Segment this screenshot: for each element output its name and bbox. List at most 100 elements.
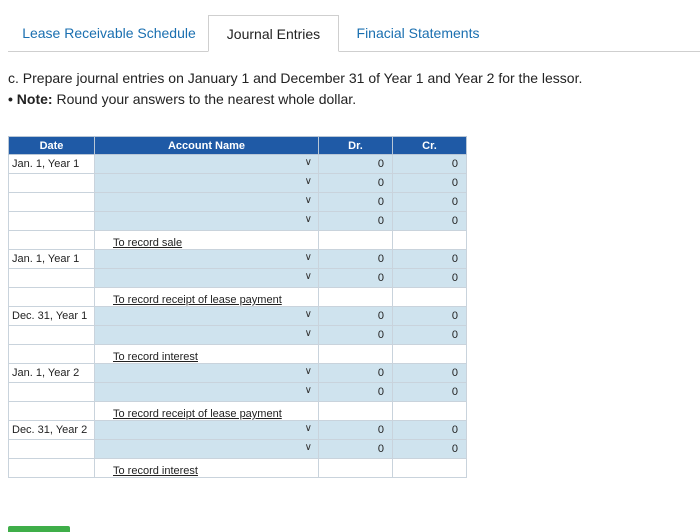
- date-cell[interactable]: [8, 268, 95, 288]
- chevron-down-icon: ∨: [304, 195, 312, 206]
- memo-blank-date: [8, 230, 95, 250]
- date-cell[interactable]: [8, 211, 95, 231]
- debit-input[interactable]: 0: [318, 154, 393, 174]
- tab-lease-receivable-schedule[interactable]: Lease Receivable Schedule: [14, 15, 204, 51]
- table-header-row: Date Account Name Dr. Cr.: [8, 136, 467, 155]
- memo-row: To record interest: [8, 344, 467, 364]
- credit-input[interactable]: 0: [392, 154, 467, 174]
- credit-input[interactable]: 0: [392, 363, 467, 383]
- credit-input[interactable]: 0: [392, 192, 467, 212]
- account-select[interactable]: ∨: [94, 173, 319, 193]
- date-cell[interactable]: Jan. 1, Year 1: [8, 154, 95, 174]
- page: Lease Receivable Schedule Journal Entrie…: [0, 0, 700, 532]
- memo-text: To record interest: [94, 458, 319, 478]
- instruction-text: c. Prepare journal entries on January 1 …: [8, 70, 583, 86]
- date-cell[interactable]: Jan. 1, Year 1: [8, 249, 95, 269]
- account-select[interactable]: ∨: [94, 211, 319, 231]
- table-row: ∨ 0 0: [8, 173, 467, 193]
- chevron-down-icon: ∨: [304, 252, 312, 263]
- tab-journal-entries[interactable]: Journal Entries: [208, 15, 339, 52]
- memo-blank-cr: [392, 401, 467, 421]
- memo-text: To record interest: [94, 344, 319, 364]
- chevron-down-icon: ∨: [304, 309, 312, 320]
- table-row: Dec. 31, Year 2 ∨ 0 0: [8, 420, 467, 440]
- credit-input[interactable]: 0: [392, 325, 467, 345]
- chevron-down-icon: ∨: [304, 366, 312, 377]
- memo-blank-cr: [392, 287, 467, 307]
- date-cell[interactable]: [8, 325, 95, 345]
- memo-text: To record sale: [94, 230, 319, 250]
- tab-bar: Lease Receivable Schedule Journal Entrie…: [8, 15, 700, 52]
- debit-input[interactable]: 0: [318, 173, 393, 193]
- debit-input[interactable]: 0: [318, 192, 393, 212]
- date-cell[interactable]: [8, 382, 95, 402]
- account-select[interactable]: ∨: [94, 192, 319, 212]
- credit-input[interactable]: 0: [392, 268, 467, 288]
- credit-input[interactable]: 0: [392, 439, 467, 459]
- tab-financial-statements[interactable]: Finacial Statements: [343, 15, 493, 51]
- account-select[interactable]: ∨: [94, 325, 319, 345]
- date-cell[interactable]: Dec. 31, Year 2: [8, 420, 95, 440]
- header-debit: Dr.: [318, 136, 393, 155]
- table-row: ∨ 0 0: [8, 211, 467, 231]
- account-select[interactable]: ∨: [94, 420, 319, 440]
- credit-input[interactable]: 0: [392, 306, 467, 326]
- memo-row: To record interest: [8, 458, 467, 478]
- table-row: ∨ 0 0: [8, 439, 467, 459]
- debit-input[interactable]: 0: [318, 363, 393, 383]
- account-select[interactable]: ∨: [94, 306, 319, 326]
- credit-input[interactable]: 0: [392, 420, 467, 440]
- table-row: Jan. 1, Year 1 ∨ 0 0: [8, 249, 467, 269]
- chevron-down-icon: ∨: [304, 176, 312, 187]
- memo-blank-date: [8, 287, 95, 307]
- memo-blank-dr: [318, 458, 393, 478]
- memo-blank-dr: [318, 344, 393, 364]
- date-cell[interactable]: Jan. 1, Year 2: [8, 363, 95, 383]
- account-select[interactable]: ∨: [94, 382, 319, 402]
- memo-blank-dr: [318, 401, 393, 421]
- memo-text: To record receipt of lease payment: [94, 287, 319, 307]
- account-select[interactable]: ∨: [94, 439, 319, 459]
- header-account-name: Account Name: [94, 136, 319, 155]
- debit-input[interactable]: 0: [318, 268, 393, 288]
- journal-entries-table: Date Account Name Dr. Cr. Jan. 1, Year 1…: [8, 136, 467, 478]
- table-row: Dec. 31, Year 1 ∨ 0 0: [8, 306, 467, 326]
- table-row: ∨ 0 0: [8, 268, 467, 288]
- header-credit: Cr.: [392, 136, 467, 155]
- memo-row: To record receipt of lease payment: [8, 401, 467, 421]
- debit-input[interactable]: 0: [318, 325, 393, 345]
- debit-input[interactable]: 0: [318, 249, 393, 269]
- chevron-down-icon: ∨: [304, 271, 312, 282]
- account-select[interactable]: ∨: [94, 363, 319, 383]
- memo-blank-dr: [318, 230, 393, 250]
- chevron-down-icon: ∨: [304, 157, 312, 168]
- date-cell[interactable]: Dec. 31, Year 1: [8, 306, 95, 326]
- table-row: ∨ 0 0: [8, 325, 467, 345]
- account-select[interactable]: ∨: [94, 249, 319, 269]
- debit-input[interactable]: 0: [318, 439, 393, 459]
- credit-input[interactable]: 0: [392, 382, 467, 402]
- account-select[interactable]: ∨: [94, 154, 319, 174]
- note-bullet: •: [8, 91, 13, 107]
- memo-blank-date: [8, 401, 95, 421]
- date-cell[interactable]: [8, 439, 95, 459]
- credit-input[interactable]: 0: [392, 173, 467, 193]
- memo-blank-dr: [318, 287, 393, 307]
- date-cell[interactable]: [8, 173, 95, 193]
- credit-input[interactable]: 0: [392, 211, 467, 231]
- debit-input[interactable]: 0: [318, 211, 393, 231]
- memo-blank-cr: [392, 344, 467, 364]
- date-cell[interactable]: [8, 192, 95, 212]
- header-date: Date: [8, 136, 95, 155]
- note-label: Note:: [16, 91, 53, 107]
- debit-input[interactable]: 0: [318, 420, 393, 440]
- journal-table-body: Jan. 1, Year 1 ∨ 0 0 ∨ 0 0 ∨ 0 0 ∨ 0 0 To record sale…: [8, 154, 467, 478]
- debit-input[interactable]: 0: [318, 382, 393, 402]
- memo-row: To record sale: [8, 230, 467, 250]
- submit-button[interactable]: [8, 526, 70, 532]
- memo-text: To record receipt of lease payment: [94, 401, 319, 421]
- table-row: ∨ 0 0: [8, 192, 467, 212]
- debit-input[interactable]: 0: [318, 306, 393, 326]
- credit-input[interactable]: 0: [392, 249, 467, 269]
- account-select[interactable]: ∨: [94, 268, 319, 288]
